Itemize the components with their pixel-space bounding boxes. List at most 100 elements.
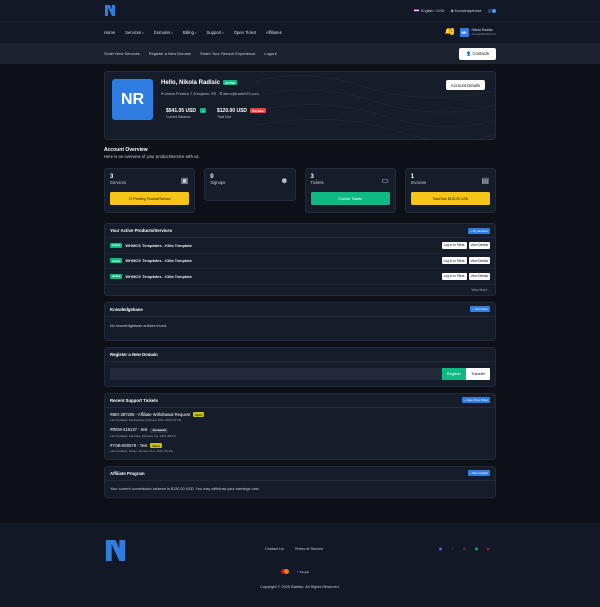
status-badge: Active (110, 273, 123, 279)
knowledgebase-link[interactable]: ◈ Knowledgebase (451, 8, 482, 13)
domain-search-input[interactable] (110, 367, 442, 380)
ticket-item[interactable]: #REM-418147 - test Answered Last Updated: … (105, 425, 495, 440)
share-experience-link[interactable]: Share Your Service Experience (200, 51, 255, 56)
product-name[interactable]: WHMCS Templates - Killa Template (125, 243, 192, 248)
notifications-button[interactable]: 🔔 1 (445, 28, 454, 36)
ticket-item[interactable]: #YSB-830579 - Test Open Last Updated: Frid… (105, 440, 495, 455)
overview-title: Account Overview (104, 147, 148, 153)
users-icon: ☻ (280, 176, 289, 185)
active-tickets-button[interactable]: 3 Active Tickets (310, 192, 390, 205)
product-row: Active WHMCS Templates - Killa Template … (105, 269, 495, 285)
status-badge: Active (110, 242, 123, 248)
social-links: ▣ f ◎ ◉ ▶ (438, 546, 491, 551)
nav-domains[interactable]: Domains▾ (154, 30, 173, 35)
domain-title: Register a New Domain (110, 351, 158, 357)
notification-count: 1 (450, 28, 454, 35)
add-funds-icon[interactable]: + (200, 108, 207, 114)
product-row: Active WHMCS Templates - Killa Template … (105, 254, 495, 269)
view-details-button[interactable]: View Details (468, 272, 490, 280)
services-stat: 3 Services ▣ 12 Pending Product/Service (104, 168, 196, 213)
user-menu[interactable]: NR Nikola Radisic demo@radisic023.com (459, 27, 496, 37)
ticket-updated: Last Updated: Saturday, February 1st, 20… (110, 433, 176, 438)
view-details-button[interactable]: View Details (468, 241, 490, 249)
contact-us-link[interactable]: Contact Us (265, 547, 284, 551)
mail-icon: ✉ (219, 92, 223, 96)
youtube-icon[interactable]: ▶ (486, 546, 491, 551)
box-icon: ▣ (180, 176, 189, 185)
pay-now-button[interactable]: Pay Now (250, 108, 266, 114)
nav-affiliates[interactable]: Affiliates (266, 30, 282, 35)
contacts-button[interactable]: 👤 Contacts (459, 47, 496, 60)
nav-open-ticket[interactable]: Open Ticket (234, 30, 256, 35)
affiliate-text: Your current commission balance is $120.… (110, 486, 260, 491)
chevron-down-icon: ▾ (142, 31, 144, 35)
nav-home[interactable]: Home (104, 30, 115, 35)
overview-subtitle: Here is an overview of your product/serv… (104, 154, 200, 159)
footer-logo[interactable] (104, 538, 127, 563)
login-plesk-button[interactable]: Log in to Plesk (441, 257, 467, 265)
account-details-button[interactable]: Account Details (445, 80, 485, 90)
tickets-stat: 3 Tickets ▭ 3 Active Tickets (304, 168, 396, 213)
brand-logo[interactable] (104, 4, 116, 17)
main-nav: Home Services▾ Domains▾ Billing▾ Support… (0, 21, 600, 43)
ticket-updated: Last Updated: Wednesday, February 26th, … (110, 418, 182, 423)
footer: Contact Us Terms of Service ▣ f ◎ ◉ ▶ (0, 523, 600, 607)
ticket-subject: #REM-418147 - test (110, 427, 148, 433)
register-button[interactable]: Register (441, 367, 466, 380)
logout-link[interactable]: Logout (264, 51, 276, 56)
secondary-nav: Order New Services Register a New Domain… (0, 43, 600, 64)
product-row: Active WHMCS Templates - Killa Template … (105, 238, 495, 254)
pending-services-button[interactable]: 12 Pending Product/Service (110, 192, 190, 205)
mastercard-icon (281, 569, 289, 574)
nav-billing[interactable]: Billing▾ (183, 30, 197, 35)
ticket-status-badge: Answered (150, 427, 168, 433)
discord-icon[interactable]: ▣ (438, 546, 443, 551)
register-domain-link[interactable]: Register a New Domain (149, 51, 191, 56)
cart-button[interactable]: 🛒0 (488, 8, 496, 13)
products-panel: Your Active Products/Services + My Servic… (104, 223, 496, 296)
view-details-button[interactable]: View Details (468, 257, 490, 265)
invoice-icon: ▤ (481, 176, 489, 185)
greeting: Hello, Nikola Radisic (161, 80, 221, 87)
profile-avatar: NR (112, 79, 153, 120)
ticket-item[interactable]: #BEI-387205 - Affiliate Withdrawal Reque… (105, 410, 495, 425)
nav-support[interactable]: Support▾ (207, 30, 224, 35)
open-new-ticket-button[interactable]: + Open New Ticket (462, 397, 490, 403)
ticket-subject: #BEI-387205 - Affiliate Withdrawal Reque… (110, 412, 191, 417)
total-due-button[interactable]: Total Due $120.00 USD (410, 192, 490, 205)
product-name[interactable]: WHMCS Templates - Killa Template (125, 274, 192, 279)
transfer-button[interactable]: Transfer (466, 367, 490, 380)
chevron-down-icon: ▾ (171, 31, 173, 35)
more-details-button[interactable]: + More Details (467, 470, 490, 477)
whatsapp-icon[interactable]: ◉ (474, 546, 479, 551)
current-balance: $541.05 USD + Current Balance (166, 108, 207, 119)
facebook-icon[interactable]: f (450, 546, 455, 551)
location-icon: ⌖ (161, 92, 164, 96)
total-due: $120.00 USD Pay Now Total Due (217, 108, 266, 119)
top-bar: English / USD ◈ Knowledgebase 🛒0 (0, 0, 600, 21)
ticket-icon: ▭ (381, 176, 389, 185)
payment-methods: P Paypal (281, 569, 309, 574)
profile-card: NR Hello, Nikola Radisic ACTIVE ⌖ Umica P… (104, 71, 496, 140)
nav-services[interactable]: Services▾ (125, 30, 144, 35)
products-title: Your Active Products/Services (110, 228, 173, 233)
avatar: NR (459, 28, 469, 37)
kb-view-more-button[interactable]: + View More (470, 306, 490, 312)
view-more-link[interactable]: View More... (105, 285, 495, 295)
my-services-button[interactable]: + My Services (468, 227, 490, 234)
user-name: Nikola Radisic (471, 27, 493, 32)
login-plesk-button[interactable]: Log in to Plesk (441, 272, 467, 280)
chevron-down-icon: ▾ (222, 31, 224, 35)
order-new-services-link[interactable]: Order New Services (104, 51, 140, 56)
login-plesk-button[interactable]: Log in to Plesk (441, 241, 467, 249)
instagram-icon[interactable]: ◎ (462, 546, 467, 551)
terms-link[interactable]: Terms of Service (295, 547, 323, 551)
knowledgebase-panel: Knowledgebase + View More No knowledgebas… (104, 301, 496, 341)
status-badge: Active (110, 258, 123, 264)
domain-panel: Register a New Domain Register Transfer (104, 346, 496, 387)
stats-row: 3 Services ▣ 12 Pending Product/Service 0… (104, 168, 496, 213)
chevron-down-icon: ▾ (194, 31, 197, 35)
language-selector[interactable]: English / USD (413, 9, 445, 13)
product-name[interactable]: WHMCS Templates - Killa Template (125, 258, 192, 263)
ticket-updated: Last Updated: Friday, January 31st, 2025… (110, 449, 173, 454)
